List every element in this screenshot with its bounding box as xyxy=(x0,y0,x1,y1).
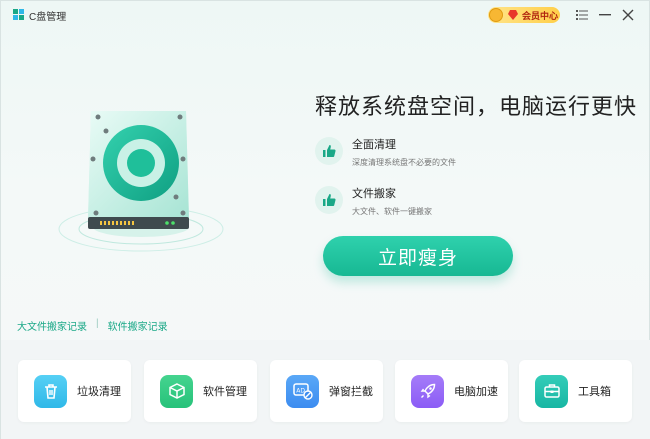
title-bar: C盘管理 会员中心 xyxy=(1,1,650,29)
diamond-icon xyxy=(508,10,518,20)
hard-drive-illustration xyxy=(58,111,224,252)
cube-icon xyxy=(160,374,193,408)
tool-junk-clean[interactable]: 垃圾清理 xyxy=(18,360,131,422)
tool-toolbox[interactable]: 工具箱 xyxy=(519,360,632,422)
hero-headline: 释放系统盘空间，电脑运行更快 xyxy=(315,94,638,119)
tool-pc-speedup[interactable]: 电脑加速 xyxy=(395,360,508,422)
toolbox-icon xyxy=(535,374,568,408)
tool-label: 工具箱 xyxy=(578,386,611,398)
slim-now-button[interactable]: 立即瘦身 xyxy=(323,236,513,276)
software-move-log-link[interactable]: 软件搬家记录 xyxy=(108,318,168,333)
move-log-links: 大文件搬家记录 | 软件搬家记录 xyxy=(17,318,168,333)
app-title: C盘管理 xyxy=(29,12,67,23)
tool-label: 电脑加速 xyxy=(454,386,498,398)
tool-label: 软件管理 xyxy=(203,386,247,398)
vip-center-label: 会员中心 xyxy=(522,10,559,21)
tool-bar: 垃圾清理 软件管理 AD 弹窗拦截 电脑加速 工具箱 xyxy=(1,340,650,439)
tool-label: 垃圾清理 xyxy=(77,386,121,398)
minimize-icon[interactable] xyxy=(597,7,613,23)
link-separator: | xyxy=(96,318,99,329)
tool-popup-block[interactable]: AD 弹窗拦截 xyxy=(270,360,383,422)
ad-block-icon: AD xyxy=(286,374,319,408)
app-window: C盘管理 会员中心 释放系统盘空间，电脑运行更快 全面清理 深度清理系统盘不必要… xyxy=(0,0,650,439)
thumbs-up-icon xyxy=(315,186,343,214)
close-icon[interactable] xyxy=(620,7,636,23)
list-icon[interactable] xyxy=(574,7,590,23)
feature-full-clean: 全面清理 深度清理系统盘不必要的文件 xyxy=(315,137,456,168)
avatar xyxy=(489,8,503,22)
tool-software-manage[interactable]: 软件管理 xyxy=(144,360,257,422)
thumbs-up-icon xyxy=(315,137,343,165)
feature-desc: 大文件、软件一键搬家 xyxy=(352,207,432,216)
feature-file-move: 文件搬家 大文件、软件一键搬家 xyxy=(315,186,432,217)
big-file-move-log-link[interactable]: 大文件搬家记录 xyxy=(17,318,87,333)
feature-desc: 深度清理系统盘不必要的文件 xyxy=(352,158,456,167)
feature-title: 文件搬家 xyxy=(352,188,396,200)
trash-icon xyxy=(34,374,67,408)
feature-title: 全面清理 xyxy=(352,139,396,151)
app-logo-icon xyxy=(13,9,24,20)
rocket-icon xyxy=(411,374,444,408)
tool-label: 弹窗拦截 xyxy=(329,386,373,398)
vip-center-button[interactable]: 会员中心 xyxy=(488,7,560,23)
